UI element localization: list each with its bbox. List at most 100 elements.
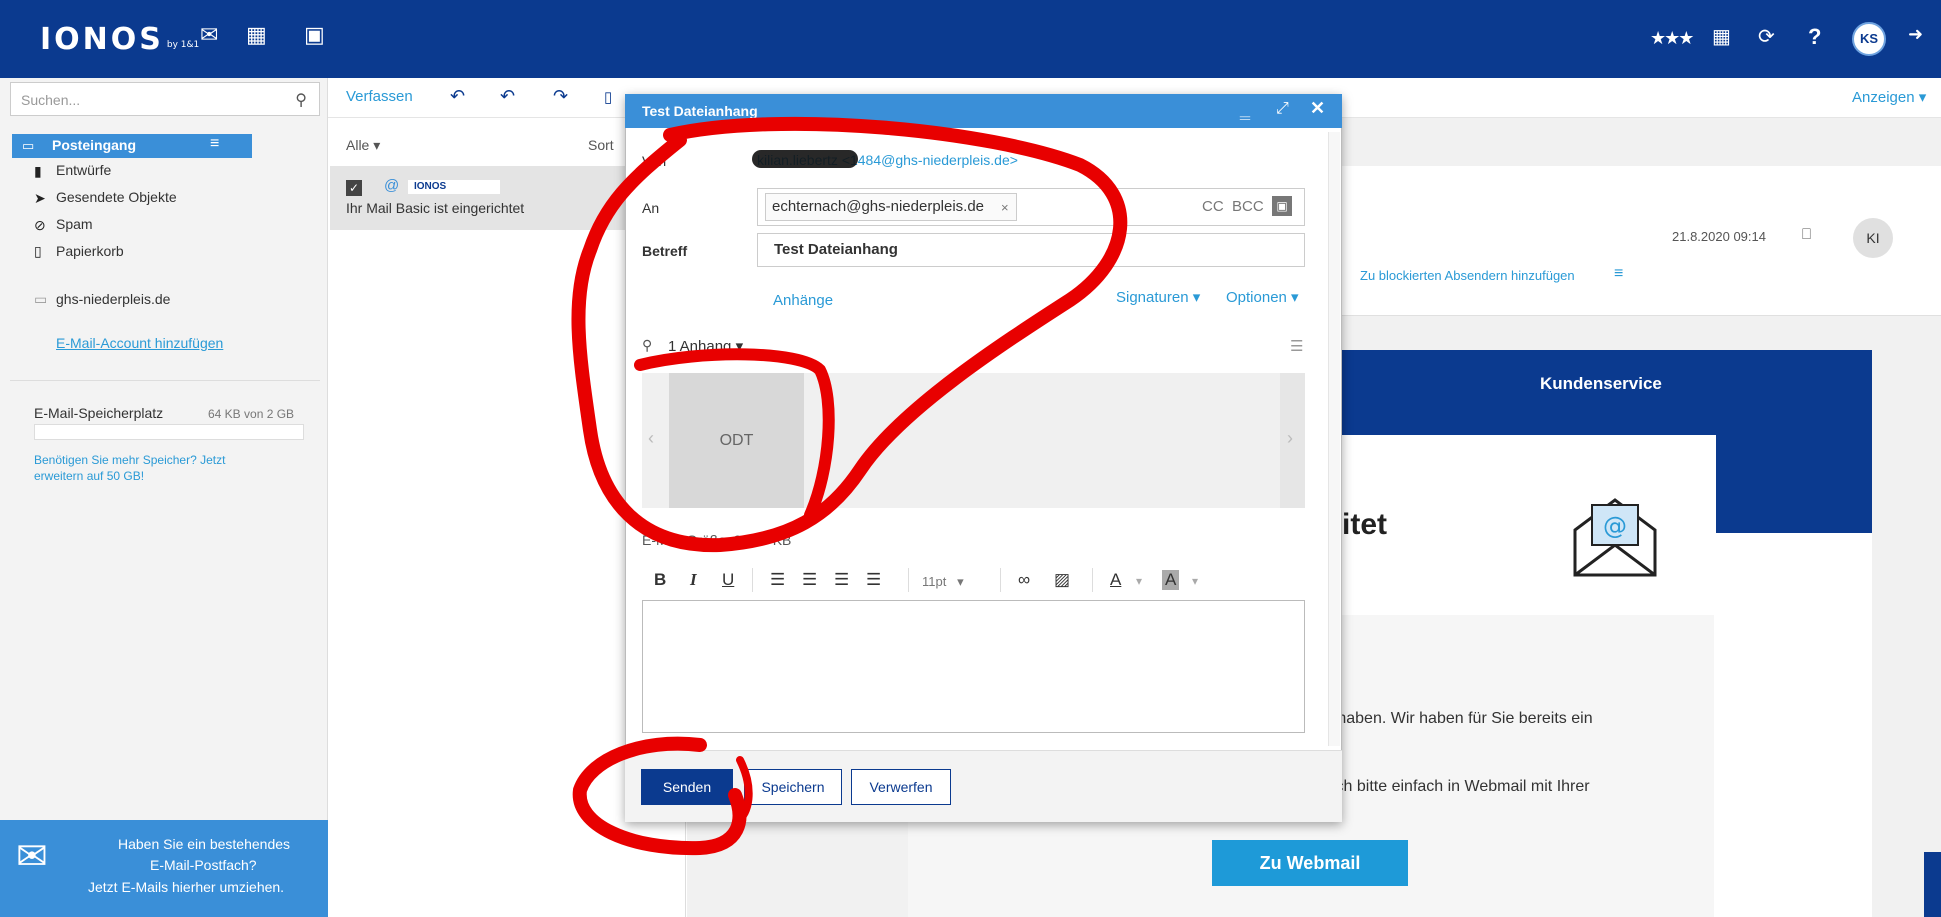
attachment-thumbnail[interactable]: ODT [669, 373, 804, 508]
menu-icon[interactable]: ≡ [210, 135, 219, 153]
bookmark-icon[interactable]: ⎕ [1802, 226, 1811, 243]
message-editor[interactable] [642, 600, 1305, 733]
inbox-icon: ▭ [22, 138, 35, 153]
list-view-icon[interactable]: ☰ [1290, 337, 1303, 355]
menu-icon[interactable]: ≡ [1614, 265, 1623, 283]
mail-heading: itet [1342, 508, 1387, 541]
sidebar-item-trash[interactable]: Papierkorb [56, 243, 124, 259]
attachment-count[interactable]: 1 Anhang ▾ [668, 337, 743, 355]
paperclip-icon: ⚲ [642, 337, 653, 353]
maximize-icon[interactable]: ⤢ [1276, 100, 1289, 118]
reply-icon[interactable]: ↶ [450, 86, 465, 107]
delete-icon[interactable]: ▯ [604, 88, 612, 106]
options-dropdown[interactable]: Optionen ▾ [1226, 288, 1299, 306]
reply-all-icon[interactable]: ↶ [500, 86, 515, 107]
promo-line-1: Haben Sie ein bestehendes [118, 836, 291, 852]
highlight-color-icon[interactable]: A [1162, 570, 1180, 590]
minimize-icon[interactable]: ‗ [1240, 99, 1250, 120]
italic-icon[interactable]: I [690, 570, 697, 590]
numbered-list-icon[interactable]: ☰ [802, 570, 817, 590]
logout-icon[interactable]: ➜ [1908, 24, 1923, 45]
chevron-down-icon[interactable]: ▾ [1136, 574, 1142, 588]
font-size-select[interactable]: 11pt ▾ [922, 574, 964, 590]
ionos-mail-icon: @ [384, 177, 400, 194]
promo-line-3: Jetzt E-Mails hierher umziehen. [88, 879, 285, 895]
refresh-icon[interactable]: ⟳ [1758, 24, 1775, 49]
attachments-link[interactable]: Anhänge [773, 292, 833, 309]
chevron-down-icon[interactable]: ▾ [1192, 574, 1198, 588]
banner-title: Kundenservice [1540, 374, 1662, 393]
sort-dropdown[interactable]: Sort [588, 137, 614, 153]
send-button[interactable]: Senden [641, 769, 733, 805]
forward-icon[interactable]: ↷ [553, 86, 568, 107]
subject-text: Ihr Mail Basic ist eingerichtet [346, 200, 525, 216]
rating-icon[interactable]: ★★★ [1650, 28, 1694, 49]
sender-name: IONOS [408, 180, 500, 194]
mail-paragraph-1: n haben. Wir haben für Sie bereits ein [1324, 710, 1593, 727]
divider [752, 568, 753, 592]
underline-icon[interactable]: U [722, 570, 734, 590]
sidebar-item-sent[interactable]: Gesendete Objekte [56, 189, 177, 205]
sidebar-item-domain[interactable]: ghs-niederpleis.de [56, 291, 170, 307]
from-label: Von [642, 153, 667, 169]
chevron-left-icon[interactable]: ‹ [648, 428, 654, 449]
mail-banner-tail [1716, 435, 1872, 533]
text-color-icon[interactable]: A [1110, 570, 1121, 590]
divider [1000, 568, 1001, 592]
upgrade-line-1[interactable]: Benötigen Sie mehr Speicher? Jetzt [34, 453, 225, 467]
contacts-icon[interactable]: ▣ [304, 22, 325, 48]
filter-dropdown[interactable]: Alle ▾ [346, 137, 380, 154]
row-checkbox[interactable]: ✓ [346, 180, 362, 196]
search-icon[interactable]: ⚲ [295, 90, 307, 110]
close-icon[interactable]: ✕ [1310, 98, 1325, 119]
bullet-list-icon[interactable]: ☰ [770, 570, 785, 590]
mail-icon[interactable]: ✉ [200, 22, 218, 48]
promo-line-2: E-Mail-Postfach? [150, 857, 257, 873]
chevron-right-icon[interactable]: › [1287, 428, 1293, 449]
storage-bar [34, 424, 304, 440]
upgrade-line-2[interactable]: erweitern auf 50 GB! [34, 469, 144, 483]
calendar-icon[interactable]: ▦ [246, 22, 267, 48]
apps-icon[interactable]: ▦ [1712, 24, 1731, 49]
dialog-title: Test Dateianhang [642, 103, 758, 119]
subject-label: Betreff [642, 243, 688, 259]
mail-date: 21.8.2020 09:14 [1672, 229, 1766, 244]
address-book-icon[interactable]: ▣ [1272, 196, 1292, 216]
ionos-logo[interactable]: IONOS by 1&1 [40, 22, 199, 57]
link-icon[interactable]: ∞ [1018, 570, 1030, 590]
outdent-icon[interactable]: ☰ [834, 570, 849, 590]
envelope-icon: @ [1570, 490, 1660, 583]
to-label: An [642, 200, 660, 216]
block-sender-link[interactable]: Zu blockierten Absendern hinzufügen [1360, 268, 1575, 283]
sidebar-item-drafts[interactable]: Entwürfe [56, 162, 111, 178]
discard-button[interactable]: Verwerfen [851, 769, 951, 805]
feedback-tab[interactable] [1924, 852, 1941, 917]
image-icon[interactable]: ▨ [1054, 570, 1070, 590]
show-menu[interactable]: Anzeigen ▾ [1852, 88, 1926, 106]
webmail-button[interactable]: Zu Webmail [1212, 840, 1408, 886]
mail-size: E-Mail-Größe: 96.50 KB [642, 532, 792, 548]
remove-icon[interactable]: × [1001, 200, 1009, 215]
dialog-scrollbar[interactable] [1328, 132, 1340, 746]
cc-button[interactable]: CC [1202, 198, 1224, 215]
add-account-link[interactable]: E-Mail-Account hinzufügen [56, 335, 223, 351]
sidebar-item-label[interactable]: Posteingang [52, 137, 136, 153]
send-icon: ➤ [34, 190, 46, 206]
save-button[interactable]: Speichern [744, 769, 842, 805]
sidebar-item-spam[interactable]: Spam [56, 216, 93, 232]
bold-icon[interactable]: B [654, 570, 666, 590]
indent-icon[interactable]: ☰ [866, 570, 881, 590]
user-avatar[interactable]: KS [1852, 22, 1886, 56]
divider [1092, 568, 1093, 592]
redaction-mark [752, 150, 858, 168]
divider [908, 568, 909, 592]
help-icon[interactable]: ? [1808, 24, 1821, 50]
svg-text:@: @ [1603, 512, 1627, 540]
recipient-address: echternach@ghs-niederpleis.de [772, 198, 985, 215]
drafts-icon: ▮ [34, 163, 42, 179]
bcc-button[interactable]: BCC [1232, 198, 1264, 215]
signatures-dropdown[interactable]: Signaturen ▾ [1116, 288, 1200, 306]
search-input[interactable]: Suchen... ⚲ [10, 82, 320, 116]
folder-icon: ▭ [34, 291, 48, 307]
compose-button[interactable]: Verfassen [346, 88, 413, 105]
